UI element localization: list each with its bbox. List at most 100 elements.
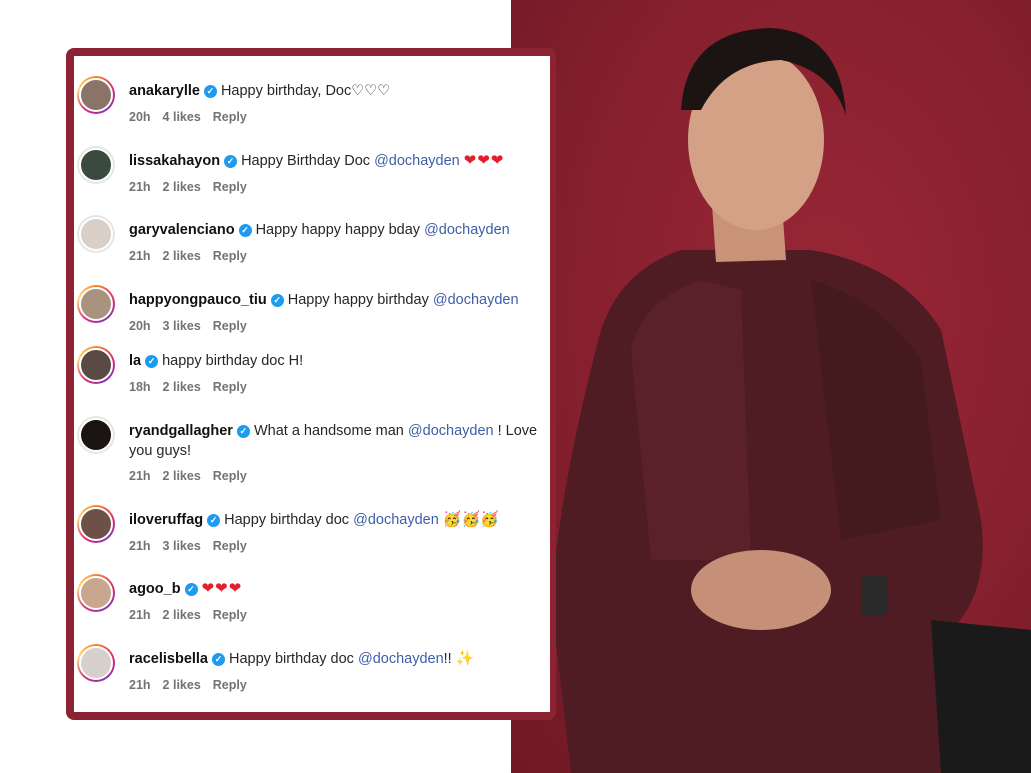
mention-link[interactable]: @dochayden: [353, 512, 439, 528]
timestamp: 21h: [129, 678, 151, 692]
avatar[interactable]: [77, 285, 115, 323]
comment-body: agoo_b ✓ ❤❤❤: [129, 579, 542, 599]
reply-button[interactable]: Reply: [213, 539, 247, 553]
comment-meta: 20h 3 likes Reply: [129, 319, 259, 333]
avatar[interactable]: [77, 505, 115, 543]
avatar[interactable]: [77, 215, 115, 253]
likes-count[interactable]: 3 likes: [163, 319, 201, 333]
comment-body: happyongpauco_tiu ✓ Happy happy birthday @…: [129, 290, 542, 310]
username[interactable]: happyongpauco_tiu: [129, 292, 267, 308]
comment-meta: 20h 4 likes Reply: [129, 110, 259, 124]
comment-body: lissakahayon ✓ Happy Birthday Doc @dochayd…: [129, 151, 542, 171]
comment-item: racelisbella ✓ Happy birthday doc @dochayd…: [74, 644, 550, 704]
verified-badge-icon: ✓: [238, 224, 252, 237]
comment-body: la ✓ happy birthday doc H!: [129, 351, 542, 371]
reply-button[interactable]: Reply: [213, 249, 247, 263]
username[interactable]: la: [129, 353, 141, 369]
timestamp: 21h: [129, 608, 151, 622]
comment-text: Happy happy happy bday: [255, 222, 421, 238]
comment-text: happy birthday doc H!: [162, 353, 304, 369]
avatar[interactable]: [77, 146, 115, 184]
timestamp: 20h: [129, 110, 151, 124]
heart-emoji-icon: ❤❤❤: [201, 580, 243, 597]
verified-badge-icon: ✓: [224, 155, 238, 168]
comment-meta: 21h 2 likes Reply: [129, 678, 259, 692]
comment-meta: 21h 2 likes Reply: [129, 469, 259, 483]
mention-link[interactable]: @dochayden: [374, 153, 460, 169]
comment-text: Happy birthday doc: [224, 512, 350, 528]
comment-meta: 21h 2 likes Reply: [129, 608, 259, 622]
comment-body: ryandgallagher ✓ What a handsome man @doch…: [129, 421, 542, 461]
comment-text: Happy Birthday Doc: [241, 153, 371, 169]
timestamp: 20h: [129, 319, 151, 333]
avatar[interactable]: [77, 574, 115, 612]
mention-link[interactable]: @dochayden: [358, 651, 444, 667]
likes-count[interactable]: 2 likes: [163, 678, 201, 692]
username[interactable]: anakarylle: [129, 83, 200, 99]
reply-button[interactable]: Reply: [213, 380, 247, 394]
party-face-emoji-icon: 🥳🥳🥳: [442, 511, 499, 528]
comment-body: anakarylle ✓ Happy birthday, Doc♡♡♡: [129, 81, 542, 101]
comment-text-continued: !!: [443, 651, 452, 667]
verified-badge-icon: ✓: [184, 583, 198, 596]
comment-text: Happy happy birthday: [287, 292, 429, 308]
verified-badge-icon: ✓: [207, 514, 221, 527]
reply-button[interactable]: Reply: [213, 469, 247, 483]
avatar[interactable]: [77, 76, 115, 114]
mention-link[interactable]: @dochayden: [424, 222, 510, 238]
verified-badge-icon: ✓: [212, 653, 225, 666]
timestamp: 21h: [129, 249, 151, 263]
comment-item: ryandgallagher ✓ What a handsome man @doch…: [74, 416, 550, 496]
likes-count[interactable]: 2 likes: [163, 180, 201, 194]
comment-item: la ✓ happy birthday doc H! 18h 2 likes Reply: [74, 346, 550, 406]
comment-text: Happy birthday, Doc♡♡♡: [220, 83, 391, 99]
comment-meta: 21h 2 likes Reply: [129, 180, 259, 194]
verified-badge-icon: ✓: [203, 85, 217, 98]
reply-button[interactable]: Reply: [213, 608, 247, 622]
reply-button[interactable]: Reply: [213, 110, 247, 124]
avatar[interactable]: [77, 416, 115, 454]
timestamp: 18h: [129, 380, 151, 394]
man-portrait-photo: [511, 0, 1031, 773]
likes-count[interactable]: 2 likes: [163, 608, 201, 622]
comment-body: racelisbella ✓ Happy birthday doc @dochayd…: [129, 649, 542, 669]
comment-meta: 21h 3 likes Reply: [129, 539, 259, 553]
reply-button[interactable]: Reply: [213, 678, 247, 692]
timestamp: 21h: [129, 539, 151, 553]
verified-badge-icon: ✓: [236, 425, 250, 438]
mention-link[interactable]: @dochayden: [408, 423, 494, 439]
username[interactable]: iloveruffag: [129, 512, 203, 528]
username[interactable]: lissakahayon: [129, 153, 220, 169]
verified-badge-icon: ✓: [270, 294, 284, 307]
sparkles-emoji-icon: ✨: [455, 650, 475, 667]
likes-count[interactable]: 3 likes: [163, 539, 201, 553]
comment-item: garyvalenciano ✓ Happy happy happy bday @d…: [74, 215, 550, 275]
comment-item: iloveruffag ✓ Happy birthday doc @dochayde…: [74, 505, 550, 565]
timestamp: 21h: [129, 180, 151, 194]
comment-body: iloveruffag ✓ Happy birthday doc @dochayde…: [129, 510, 542, 530]
username[interactable]: agoo_b: [129, 581, 181, 597]
comment-meta: 21h 2 likes Reply: [129, 249, 259, 263]
username[interactable]: garyvalenciano: [129, 222, 235, 238]
comment-item: lissakahayon ✓ Happy Birthday Doc @dochayd…: [74, 146, 550, 206]
avatar[interactable]: [77, 644, 115, 682]
comment-item: happyongpauco_tiu ✓ Happy happy birthday @…: [74, 285, 550, 345]
comment-text: What a handsome man: [253, 423, 404, 439]
username[interactable]: ryandgallagher: [129, 423, 233, 439]
likes-count[interactable]: 2 likes: [163, 380, 201, 394]
comment-meta: 18h 2 likes Reply: [129, 380, 259, 394]
timestamp: 21h: [129, 469, 151, 483]
mention-link[interactable]: @dochayden: [433, 292, 519, 308]
comment-item: agoo_b ✓ ❤❤❤ 21h 2 likes Reply: [74, 574, 550, 634]
reply-button[interactable]: Reply: [213, 180, 247, 194]
likes-count[interactable]: 2 likes: [163, 469, 201, 483]
comment-text: Happy birthday doc: [229, 651, 354, 667]
username[interactable]: racelisbella: [129, 651, 208, 667]
heart-emoji-icon: ❤❤❤: [463, 152, 505, 169]
likes-count[interactable]: 4 likes: [163, 110, 201, 124]
comment-item: anakarylle ✓ Happy birthday, Doc♡♡♡ 20h 4 l…: [74, 76, 550, 136]
avatar[interactable]: [77, 346, 115, 384]
likes-count[interactable]: 2 likes: [163, 249, 201, 263]
reply-button[interactable]: Reply: [213, 319, 247, 333]
comment-body: garyvalenciano ✓ Happy happy happy bday @d…: [129, 220, 542, 240]
